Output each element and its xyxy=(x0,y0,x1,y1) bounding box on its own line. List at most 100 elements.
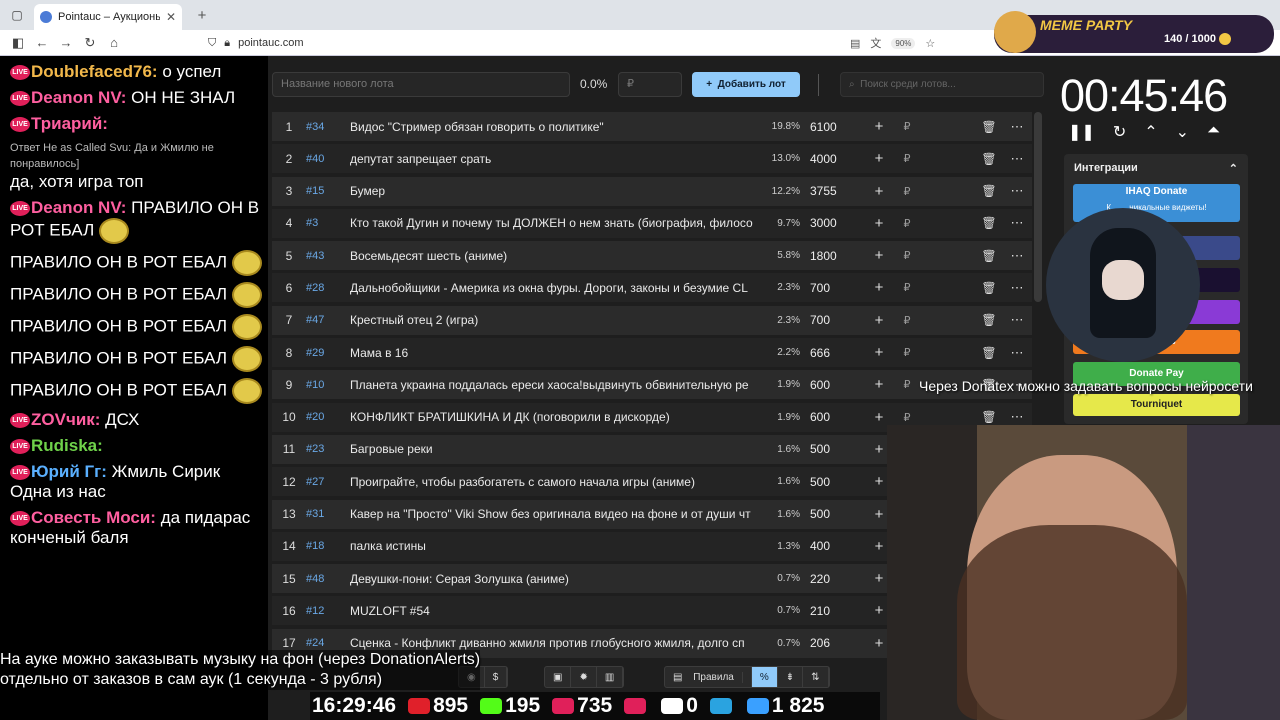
sidebar-icon[interactable]: ◧ xyxy=(6,32,30,54)
live-badge-icon: LIVE xyxy=(10,201,30,217)
bookmark-star-icon[interactable]: ☆ xyxy=(925,37,935,50)
more-icon[interactable]: ⋯ xyxy=(1002,215,1032,231)
bottom-caption-line1: На ауке можно заказывать музыку на фон (… xyxy=(0,651,481,668)
address-bar[interactable]: ⛉ 🔒︎ pointauc.com xyxy=(200,32,940,54)
new-lot-input[interactable]: Название нового лота xyxy=(272,72,570,97)
lot-index: 15 xyxy=(282,571,296,586)
lot-search-input[interactable]: ⌕ Поиск среди лотов... xyxy=(840,72,1044,97)
lot-amount: 600 xyxy=(810,377,831,392)
ruble-icon[interactable]: ₽ xyxy=(894,281,920,294)
lot-amount: 500 xyxy=(810,442,831,457)
trash-icon[interactable]: 🗑︎ xyxy=(976,120,1002,134)
close-tab-icon[interactable]: ✕ xyxy=(166,10,176,24)
add-lot-button[interactable]: + Добавить лот xyxy=(692,72,800,97)
ruble-icon[interactable]: ₽ xyxy=(894,411,920,424)
back-button[interactable]: ← xyxy=(30,32,54,54)
trash-icon[interactable]: 🗑︎ xyxy=(976,216,1002,230)
translate-icon[interactable]: 文 xyxy=(870,35,881,51)
chat-message: ПРАВИЛО ОН В РОТ ЕБАЛ xyxy=(10,346,262,372)
play-icon xyxy=(624,698,647,715)
donatex-caption: Через Donatex можно задавать вопросы ней… xyxy=(919,378,1253,394)
clear-icon[interactable]: ▥ xyxy=(597,667,624,687)
ruble-icon[interactable]: ₽ xyxy=(894,249,920,262)
more-icon[interactable]: ⋯ xyxy=(1002,345,1032,361)
lot-id: #27 xyxy=(306,475,325,488)
lot-percent: 0.7% xyxy=(777,605,800,617)
chat-message: LIVE Deanon NV: ОН НЕ ЗНАЛ xyxy=(10,88,262,108)
integration-button[interactable]: Tourniquet xyxy=(1073,394,1240,416)
tab-list-icon[interactable]: ▢ xyxy=(4,2,30,28)
add-amount-icon[interactable]: + xyxy=(864,279,894,296)
more-icon[interactable]: ⋯ xyxy=(1002,409,1032,425)
lot-title: Дальнобойщики - Америка из окна фуры. До… xyxy=(350,280,748,295)
stat-value: 895 xyxy=(433,694,469,717)
chat-username: Doublefaced76: xyxy=(31,62,158,81)
more-icon[interactable]: ⋯ xyxy=(1002,183,1032,199)
new-tab-button[interactable]: + xyxy=(190,3,214,27)
collapse-icon[interactable]: ⏶ xyxy=(1207,122,1220,142)
vtuber-avatar xyxy=(1046,208,1200,362)
trash-icon[interactable]: 🗑︎ xyxy=(976,313,1002,327)
browser-tab[interactable]: Pointauc – Аукционы, лотереи ✕ xyxy=(34,4,182,30)
chevron-up-icon[interactable]: ⌃ xyxy=(1229,162,1238,175)
trash-icon[interactable]: 🗑︎ xyxy=(976,281,1002,295)
forward-button[interactable]: → xyxy=(54,32,78,54)
chevron-down-icon[interactable]: ⌄ xyxy=(1176,122,1189,142)
add-amount-icon[interactable]: + xyxy=(864,376,894,393)
more-icon[interactable]: ⋯ xyxy=(1002,312,1032,328)
trash-icon[interactable]: 🗑︎ xyxy=(976,152,1002,166)
lot-title: Сценка - Конфликт диванно жмиля против г… xyxy=(350,636,745,651)
reader-icon[interactable]: ▤ xyxy=(850,37,860,50)
pause-icon[interactable]: ❚❚ xyxy=(1068,122,1095,142)
more-icon[interactable]: ⋯ xyxy=(1002,280,1032,296)
add-amount-icon[interactable]: + xyxy=(864,118,894,135)
ruble-icon[interactable]: ₽ xyxy=(894,185,920,198)
more-icon[interactable]: ⋯ xyxy=(1002,248,1032,264)
ruble-icon[interactable]: ₽ xyxy=(894,346,920,359)
chevron-up-icon[interactable]: ⌃ xyxy=(1144,122,1157,142)
add-amount-icon[interactable]: + xyxy=(864,312,894,329)
add-amount-icon[interactable]: + xyxy=(864,409,894,426)
chat-username: Триарий: xyxy=(31,114,108,133)
rules-button[interactable]: ▤ Правила xyxy=(665,667,752,687)
lots-scrollbar[interactable] xyxy=(1034,112,1042,302)
more-icon[interactable]: ⋯ xyxy=(1002,119,1032,135)
lot-id: #28 xyxy=(306,281,325,294)
trash-icon[interactable]: 🗑︎ xyxy=(976,184,1002,198)
integrations-title: Интеграции ⌃ xyxy=(1074,162,1238,175)
view-toolbar: ▤ Правила % ⇟ ⇅ xyxy=(664,666,830,688)
table-row: 4 #3 Кто такой Дугин и почему ты ДОЛЖЕН о … xyxy=(272,208,1032,238)
dollar-icon[interactable]: $ xyxy=(485,667,508,687)
reset-icon[interactable]: ↻ xyxy=(1113,122,1126,142)
lot-percent: 12.2% xyxy=(771,185,800,197)
lot-amount: 4000 xyxy=(810,151,837,166)
new-lot-amount-input[interactable]: ₽ xyxy=(618,72,682,97)
stat-item: 735 xyxy=(552,694,612,718)
lot-amount: 500 xyxy=(810,507,831,522)
zoom-level[interactable]: 90% xyxy=(891,37,916,49)
save-icon[interactable]: ▣ xyxy=(545,667,572,687)
home-button[interactable]: ⌂ xyxy=(102,32,126,54)
ruble-icon[interactable]: ₽ xyxy=(894,152,920,165)
more-icon[interactable]: ⋯ xyxy=(1002,151,1032,167)
add-amount-icon[interactable]: + xyxy=(864,150,894,167)
trash-icon[interactable]: 🗑︎ xyxy=(976,249,1002,263)
reload-button[interactable]: ↻ xyxy=(78,32,102,54)
ruble-icon[interactable]: ₽ xyxy=(894,378,920,391)
sort-icon[interactable]: ⇅ xyxy=(803,667,829,687)
chat-username: Rudiska: xyxy=(31,436,103,455)
percent-icon[interactable]: % xyxy=(751,667,778,687)
add-amount-icon[interactable]: + xyxy=(864,183,894,200)
split-icon[interactable]: ⇟ xyxy=(778,667,804,687)
trash-icon[interactable]: 🗑︎ xyxy=(976,410,1002,424)
bug-icon[interactable]: ✹ xyxy=(571,667,597,687)
add-amount-icon[interactable]: + xyxy=(864,215,894,232)
ruble-icon[interactable]: ₽ xyxy=(894,217,920,230)
ruble-icon[interactable]: ₽ xyxy=(894,120,920,133)
stat-value: 195 xyxy=(505,694,541,717)
trash-icon[interactable]: 🗑︎ xyxy=(976,346,1002,360)
bottom-caption-line2: отдельно от заказов в сам аук (1 секунда… xyxy=(0,671,383,688)
add-amount-icon[interactable]: + xyxy=(864,344,894,361)
add-amount-icon[interactable]: + xyxy=(864,247,894,264)
ruble-icon[interactable]: ₽ xyxy=(894,314,920,327)
